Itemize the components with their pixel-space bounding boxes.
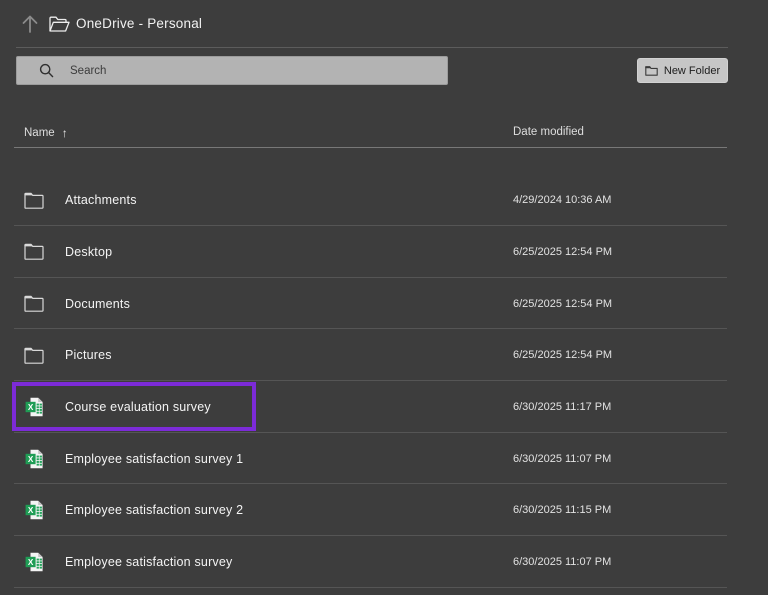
new-folder-label: New Folder xyxy=(664,65,720,77)
svg-text:X: X xyxy=(27,403,33,412)
file-date-modified: 6/25/2025 12:54 PM xyxy=(513,298,612,310)
column-name-label: Name xyxy=(24,127,55,139)
table-row[interactable]: X Employee satisfaction survey 2 6/30/20… xyxy=(0,484,768,536)
file-date-modified: 6/30/2025 11:15 PM xyxy=(513,504,611,516)
file-name: Employee satisfaction survey xyxy=(65,555,232,569)
column-date-label: Date modified xyxy=(513,126,584,138)
table-row[interactable]: X Employee satisfaction survey 1 6/30/20… xyxy=(0,433,768,485)
file-date-modified: 6/30/2025 11:17 PM xyxy=(513,401,611,413)
file-picker-dialog: { "header": { "title": "OneDrive - Perso… xyxy=(0,0,768,595)
file-name: Attachments xyxy=(65,193,137,207)
svg-text:X: X xyxy=(27,506,33,515)
file-name: Documents xyxy=(65,297,130,311)
file-date-modified: 6/30/2025 11:07 PM xyxy=(513,453,611,465)
file-date-modified: 4/29/2024 10:36 AM xyxy=(513,194,611,206)
title-bar: OneDrive - Personal xyxy=(0,0,768,47)
divider xyxy=(16,47,728,48)
folder-icon: X xyxy=(24,242,44,262)
sort-ascending-icon: ↑ xyxy=(62,126,68,140)
excel-file-icon: X xyxy=(24,552,44,572)
table-row[interactable]: X Documents 6/25/2025 12:54 PM xyxy=(0,278,768,330)
column-header-date-modified[interactable]: Date modified xyxy=(513,126,584,138)
file-list: X Attachments 4/29/2024 10:36 AM xyxy=(0,148,768,588)
excel-file-icon: X xyxy=(24,449,44,469)
open-folder-icon xyxy=(49,16,70,33)
table-row[interactable]: X Course evaluation survey 6/30/2025 11:… xyxy=(0,381,768,433)
file-name: Employee satisfaction survey 1 xyxy=(65,452,243,466)
column-header-name[interactable]: Name ↑ xyxy=(24,126,68,140)
excel-file-icon: X xyxy=(24,397,44,417)
svg-text:X: X xyxy=(27,558,33,567)
file-date-modified: 6/30/2025 11:07 PM xyxy=(513,556,611,568)
excel-file-icon: X xyxy=(24,500,44,520)
file-name: Desktop xyxy=(65,245,112,259)
search-icon xyxy=(39,63,54,78)
file-date-modified: 6/25/2025 12:54 PM xyxy=(513,349,612,361)
file-name: Pictures xyxy=(65,348,112,362)
file-date-modified: 6/25/2025 12:54 PM xyxy=(513,246,612,258)
folder-icon: X xyxy=(24,345,44,365)
file-name: Employee satisfaction survey 2 xyxy=(65,503,243,517)
svg-text:X: X xyxy=(27,454,33,463)
new-folder-icon xyxy=(645,65,658,76)
table-row[interactable]: X Pictures 6/25/2025 12:54 PM xyxy=(0,329,768,381)
breadcrumb[interactable]: OneDrive - Personal xyxy=(76,16,202,31)
search-input[interactable] xyxy=(54,57,447,84)
new-folder-button[interactable]: New Folder xyxy=(637,58,728,83)
table-row[interactable]: X Attachments 4/29/2024 10:36 AM xyxy=(0,174,768,226)
navigate-up-icon[interactable] xyxy=(18,12,42,36)
table-row[interactable]: X Desktop 6/25/2025 12:54 PM xyxy=(0,226,768,278)
file-name: Course evaluation survey xyxy=(65,400,211,414)
table-row[interactable]: X Employee satisfaction survey 6/30/2025… xyxy=(0,536,768,588)
folder-icon: X xyxy=(24,190,44,210)
search-box[interactable] xyxy=(16,56,448,85)
folder-icon: X xyxy=(24,294,44,314)
